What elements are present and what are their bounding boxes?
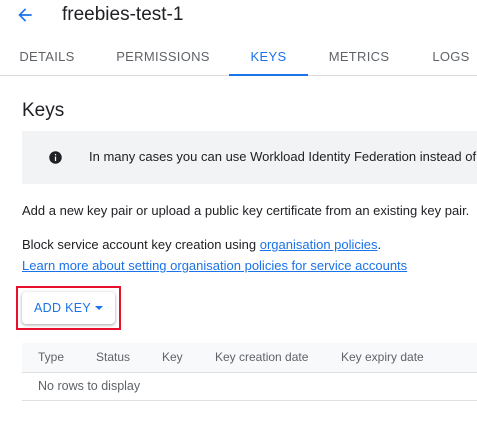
tab-keys[interactable]: KEYS: [229, 40, 308, 76]
arrow-back-icon: [18, 8, 32, 22]
table-empty-row: No rows to display: [22, 372, 477, 401]
page-title: freebies-test-1: [62, 4, 184, 25]
empty-table-message: No rows to display: [38, 379, 141, 393]
column-header-type[interactable]: Type: [38, 350, 64, 364]
learn-more-container: Learn more about setting organisation po…: [22, 258, 407, 273]
column-header-key-expiry-date[interactable]: Key expiry date: [341, 350, 424, 364]
learn-more-link[interactable]: Learn more about setting organisation po…: [22, 258, 407, 273]
column-header-key[interactable]: Key: [162, 350, 183, 364]
keys-description: Add a new key pair or upload a public ke…: [22, 203, 470, 218]
banner-text: In many cases you can use Workload Ident…: [89, 149, 477, 164]
block-key-creation-label: Block service account key creation using: [22, 237, 260, 252]
section-title: Keys: [22, 100, 65, 121]
service-account-page: freebies-test-1 DETAILS PERMISSIONS KEYS…: [0, 0, 477, 447]
tab-logs[interactable]: LOGS: [426, 40, 476, 75]
keys-table-header: Type Status Key Key creation date Key ex…: [22, 343, 477, 373]
column-header-key-creation-date[interactable]: Key creation date: [215, 350, 308, 364]
block-key-creation-suffix: .: [377, 237, 382, 252]
tab-details[interactable]: DETAILS: [12, 40, 82, 75]
info-banner: In many cases you can use Workload Ident…: [22, 131, 477, 184]
caret-down-icon: [94, 306, 103, 310]
organisation-policies-link[interactable]: organisation policies: [260, 237, 378, 252]
tab-metrics[interactable]: METRICS: [325, 40, 393, 75]
tab-bar: DETAILS PERMISSIONS KEYS METRICS LOGS: [0, 40, 477, 76]
back-button[interactable]: [12, 2, 38, 28]
page-header: freebies-test-1: [0, 0, 477, 34]
block-key-creation-text: Block service account key creation using…: [22, 237, 381, 252]
add-key-button[interactable]: ADD KEY: [22, 292, 115, 324]
tab-permissions[interactable]: PERMISSIONS: [113, 40, 213, 75]
add-key-label: ADD KEY: [34, 301, 91, 315]
column-header-status[interactable]: Status: [96, 350, 130, 364]
info-icon: [49, 151, 62, 164]
